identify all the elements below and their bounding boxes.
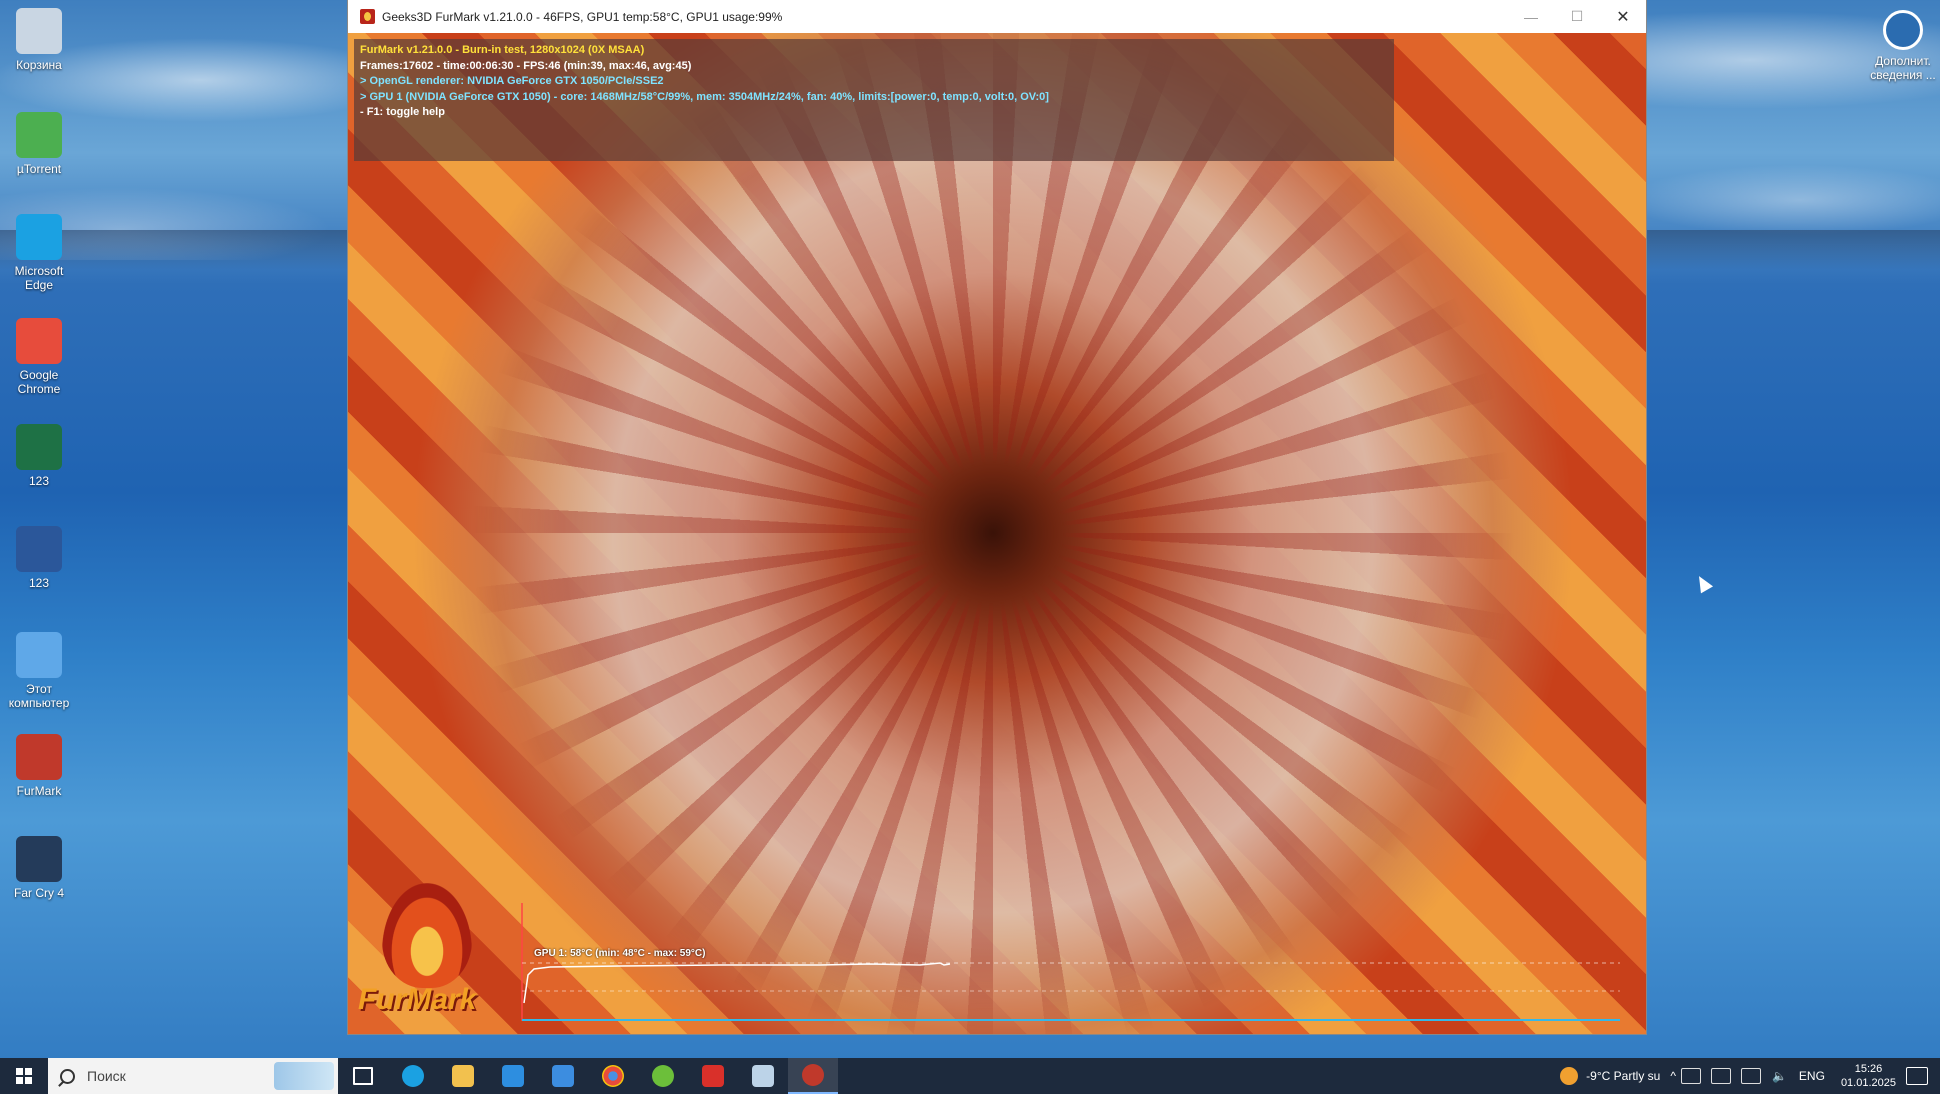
clock-time: 15:26 [1854,1063,1883,1075]
folder-icon [452,1065,474,1087]
windows-logo-icon [16,1068,32,1084]
desktop-icon-label: 123 [28,474,50,488]
excel-icon [16,424,62,470]
desktop-icon-excel[interactable]: 123 [4,424,74,488]
chrome-icon [16,318,62,364]
network-icon[interactable] [1740,1068,1761,1084]
taskbar-utorrent[interactable] [638,1058,688,1094]
flame-icon [382,883,472,988]
utorrent-icon [652,1065,674,1087]
system-tray: -9°C Partly su ^ 🔈 ENG 15:26 01.01.2025 [1560,1058,1940,1094]
weather-icon[interactable] [1560,1067,1579,1085]
desktop-icon-label: Этот компьютер [8,682,70,710]
mail-icon [552,1065,574,1087]
osd-line-gpu: > GPU 1 (NVIDIA GeForce GTX 1050) - core… [360,90,1049,103]
desktop-icon-recycle-bin[interactable]: Корзина [4,8,74,72]
maximize-button[interactable]: ☐ [1554,0,1600,33]
graph-label: GPU 1: 58°C (min: 48°C - max: 59°C) [534,948,706,959]
osd-line-help: - F1: toggle help [360,106,445,118]
osd-line-title: FurMark v1.21.0.0 - Burn-in test, 1280x1… [360,44,645,56]
taskbar-mail[interactable] [538,1058,588,1094]
fur-donut-render [348,33,1646,1034]
mouse-cursor [1692,572,1714,594]
desktop-icon-furmark[interactable]: FurMark [4,734,74,798]
close-button[interactable]: ✕ [1600,0,1646,33]
desktop-icon-computer[interactable]: Этот компьютер [4,632,74,710]
desktop-icon-label: FurMark [16,784,62,798]
temperature-graph: GPU 1: 58°C (min: 48°C - max: 59°C) [520,903,1620,1023]
recycle-bin-icon [16,8,62,54]
desktop-icon-label: 123 [28,576,50,590]
tray-device-icon[interactable] [1680,1068,1701,1084]
tray-display-icon[interactable] [1710,1068,1731,1084]
osd-overlay: FurMark v1.21.0.0 - Burn-in test, 1280x1… [354,39,1394,161]
taskbar-explorer[interactable] [438,1058,488,1094]
taskbar-search[interactable]: Поиск [48,1058,338,1094]
taskbar-furmark[interactable] [788,1058,838,1094]
store-icon [502,1065,524,1087]
furmark-window[interactable]: Geeks3D FurMark v1.21.0.0 - 46FPS, GPU1 … [348,0,1646,1034]
taskbar: Поиск -9°C Partly su ^ 🔈 ENG 15:26 01.01… [0,1058,1940,1094]
desktop-icon-info[interactable]: Дополнит. сведения ... [1866,10,1940,82]
search-highlight-image [274,1062,334,1090]
farcry4-icon [16,836,62,882]
volume-icon[interactable]: 🔈 [1772,1069,1787,1083]
desktop-icon-label: Дополнит. сведения ... [1870,54,1936,82]
notification-icon[interactable] [1906,1067,1928,1085]
temperature-graph-svg [521,903,1620,1021]
desktop-icon-label: Microsoft Edge [14,264,64,292]
furmark-icon [802,1064,824,1086]
minimize-button[interactable]: — [1508,0,1554,33]
task-view-icon [353,1067,373,1085]
osd-line-frames: Frames:17602 - time:00:06:30 - FPS:46 (m… [360,59,692,72]
desktop-icon-label: µTorrent [16,162,62,176]
graph-temperature-line [523,962,951,1004]
task-view-button[interactable] [338,1058,388,1094]
info-account-icon [1883,10,1923,50]
logo-text: FurMark [358,983,477,1016]
clock[interactable]: 15:26 01.01.2025 [1841,1062,1896,1090]
computer-icon [16,632,62,678]
window-app-icon [752,1065,774,1087]
desktop-icon-label: Google Chrome [17,368,61,396]
window-title: Geeks3D FurMark v1.21.0.0 - 46FPS, GPU1 … [382,9,783,24]
taskbar-app-bolt[interactable] [688,1058,738,1094]
desktop-icon-word[interactable]: 123 [4,526,74,590]
desktop-icon-utorrent[interactable]: µTorrent [4,112,74,176]
taskbar-store[interactable] [488,1058,538,1094]
search-placeholder: Поиск [87,1068,126,1084]
taskbar-app-window[interactable] [738,1058,788,1094]
furmark-app-icon [360,9,375,24]
chrome-icon [602,1065,624,1087]
furmark-icon [16,734,62,780]
word-icon [16,526,62,572]
render-viewport[interactable]: FurMark v1.21.0.0 - Burn-in test, 1280x1… [348,33,1646,1034]
chevron-up-icon[interactable]: ^ [1670,1069,1676,1083]
desktop-icon-chrome[interactable]: Google Chrome [4,318,74,396]
osd-line-renderer: > OpenGL renderer: NVIDIA GeForce GTX 10… [360,75,664,87]
start-button[interactable] [0,1058,48,1094]
taskbar-edge[interactable] [388,1058,438,1094]
desktop-icon-label: Корзина [16,58,62,72]
taskbar-chrome[interactable] [588,1058,638,1094]
clock-date: 01.01.2025 [1840,1077,1896,1089]
desktop-icon-farcry4[interactable]: Far Cry 4 [4,836,74,900]
furmark-logo: FurMark [352,883,502,1023]
desktop-icon-label: Far Cry 4 [13,886,64,900]
language-indicator[interactable]: ENG [1799,1069,1825,1083]
window-titlebar[interactable]: Geeks3D FurMark v1.21.0.0 - 46FPS, GPU1 … [348,0,1646,33]
weather-text[interactable]: -9°C Partly su [1586,1069,1660,1083]
bolt-icon [702,1065,724,1087]
search-icon [60,1068,75,1084]
desktop-icon-edge[interactable]: Microsoft Edge [4,214,74,292]
utorrent-icon [16,112,62,158]
edge-icon [402,1065,424,1087]
edge-icon [16,214,62,260]
